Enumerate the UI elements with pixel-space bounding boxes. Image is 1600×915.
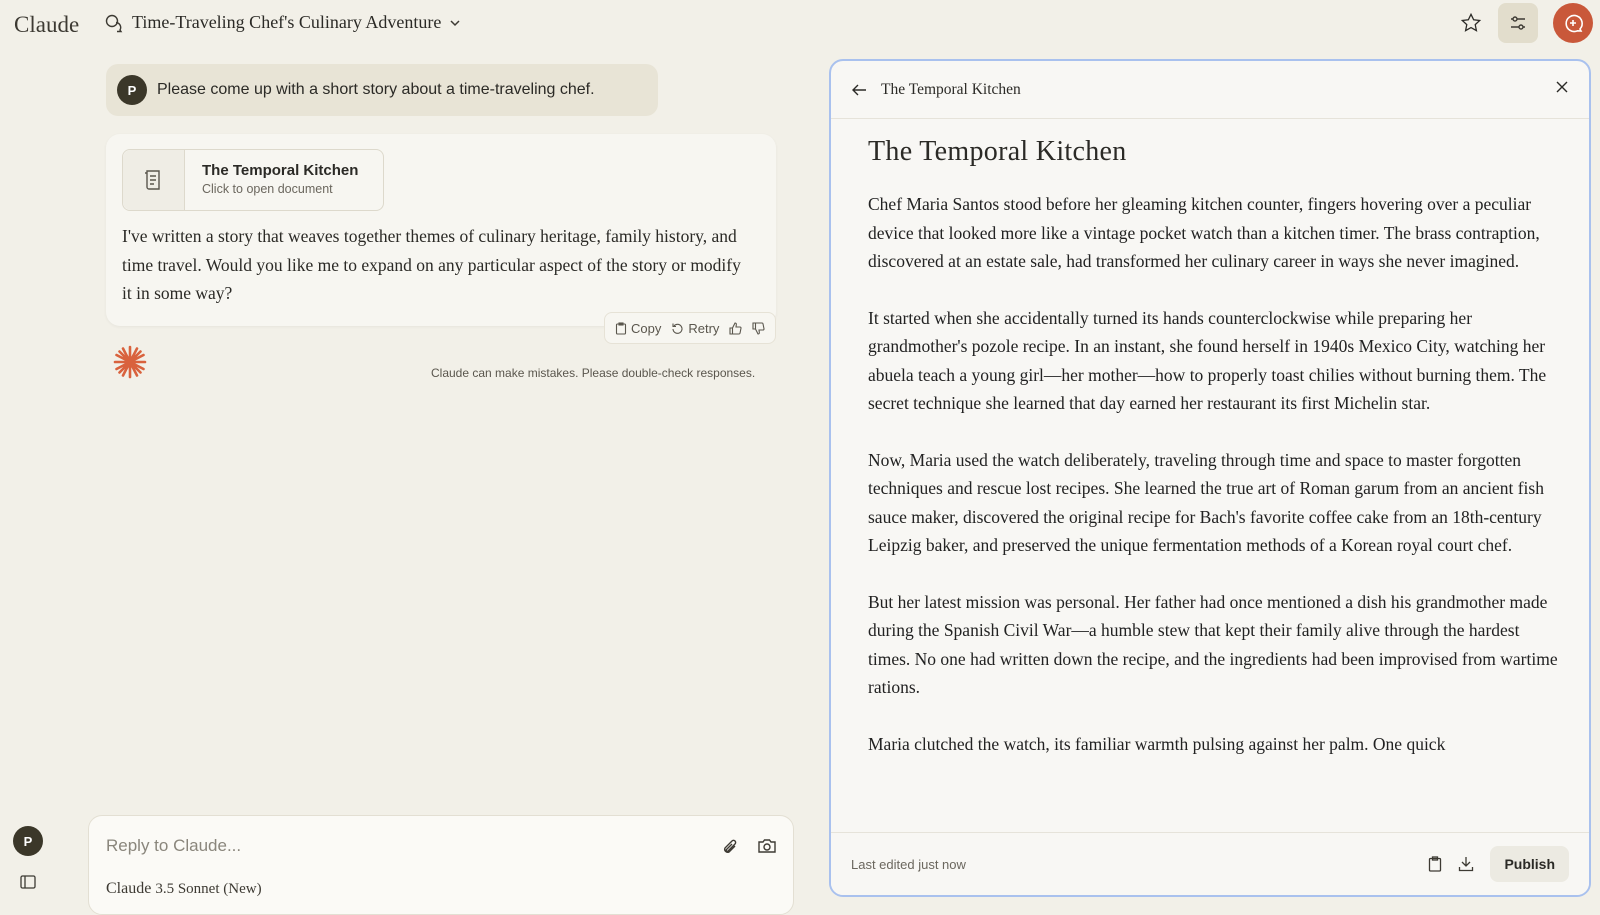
artifact-header-title: The Temporal Kitchen [881, 80, 1021, 98]
artifact-card-subtitle: Click to open document [202, 182, 333, 196]
artifact-document: The Temporal Kitchen Chef Maria Santos s… [868, 136, 1558, 836]
clipboard-icon [615, 321, 627, 335]
thumbs-up-icon [729, 321, 742, 335]
back-arrow-icon[interactable] [851, 83, 867, 97]
sidebar-user-avatar[interactable]: P [13, 826, 43, 856]
thumbs-down-button[interactable] [752, 321, 765, 335]
paragraph: It started when she accidentally turned … [868, 307, 1547, 414]
artifact-panel: The Temporal Kitchen The Temporal Kitche… [829, 59, 1591, 897]
claude-spark-icon [112, 344, 148, 385]
retry-button[interactable]: Retry [671, 321, 719, 336]
artifact-header: The Temporal Kitchen [831, 61, 1589, 119]
retry-icon [672, 323, 683, 334]
assistant-message-text: I've written a story that weaves togethe… [122, 226, 741, 303]
user-message: P Please come up with a short story abou… [106, 64, 658, 116]
paragraph: But her latest mission was personal. Her… [868, 591, 1558, 698]
new-chat-button[interactable] [1553, 3, 1593, 43]
close-icon[interactable] [1555, 80, 1569, 94]
artifact-card-title: The Temporal Kitchen [202, 162, 359, 179]
document-title: The Temporal Kitchen [868, 136, 1127, 167]
star-button[interactable] [1452, 4, 1490, 42]
settings-button[interactable] [1498, 3, 1538, 43]
chat-bubbles-icon [105, 14, 123, 32]
user-avatar: P [117, 75, 147, 105]
artifact-card[interactable]: The Temporal Kitchen Click to open docum… [122, 149, 384, 211]
copy-button[interactable]: Copy [615, 321, 661, 336]
last-edited-status: Last edited just now [851, 856, 966, 872]
thumbs-up-button[interactable] [729, 321, 742, 335]
sidebar-toggle-icon[interactable] [20, 875, 36, 889]
reply-composer[interactable]: Reply to Claude... Claude 3.5 Sonnet (Ne… [88, 815, 794, 915]
reply-input[interactable]: Reply to Claude... [106, 836, 241, 856]
camera-icon[interactable] [757, 837, 777, 855]
download-icon[interactable] [1458, 856, 1474, 872]
clipboard-icon[interactable] [1428, 856, 1442, 872]
assistant-message: The Temporal Kitchen Click to open docum… [106, 134, 776, 326]
top-bar: Claude Time-Traveling Chef's Culinary Ad… [0, 0, 1600, 48]
publish-button[interactable]: Publish [1490, 846, 1569, 882]
disclaimer-text: Claude can make mistakes. Please double-… [431, 366, 756, 380]
conversation-title: Time-Traveling Chef's Culinary Adventure [132, 12, 442, 32]
chevron-down-icon [450, 19, 460, 26]
claude-logo[interactable]: Claude [14, 12, 79, 38]
user-message-text: Please come up with a short story about … [157, 81, 595, 98]
chat-plus-icon [1565, 14, 1583, 33]
document-icon [123, 150, 185, 210]
sliders-icon [1511, 16, 1525, 30]
artifact-footer: Last edited just now Publish [831, 832, 1589, 895]
paragraph: Maria clutched the watch, its familiar w… [868, 733, 1446, 754]
star-icon [1460, 12, 1482, 32]
model-selector[interactable]: Claude 3.5 Sonnet (New) [106, 880, 262, 898]
paperclip-icon[interactable] [721, 837, 739, 857]
thumbs-down-icon [752, 321, 765, 335]
conversation-title-dropdown[interactable]: Time-Traveling Chef's Culinary Adventure [104, 12, 461, 33]
message-actions: Copy Retry [604, 312, 777, 344]
paragraph: Chef Maria Santos stood before her gleam… [868, 194, 1540, 271]
paragraph: Now, Maria used the watch deliberately, … [868, 449, 1544, 556]
